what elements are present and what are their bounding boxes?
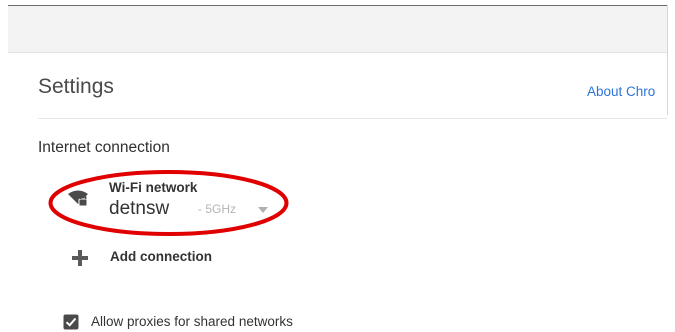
plus-icon <box>72 250 88 266</box>
wifi-locked-icon <box>68 190 88 207</box>
page-title: Settings <box>38 75 114 98</box>
network-band: - 5GHz <box>198 202 237 216</box>
allow-proxies-checkbox[interactable] <box>63 314 79 330</box>
network-type-label: Wi-Fi network <box>109 180 198 195</box>
network-name: detnsw <box>109 198 170 219</box>
internet-connection-heading: Internet connection <box>38 139 170 156</box>
toolbar <box>8 6 667 53</box>
right-edge-border <box>667 5 668 115</box>
wifi-network-entry[interactable]: Wi-Fi network detnsw - 5GHz <box>68 178 278 222</box>
title-divider <box>38 118 667 119</box>
about-chrome-link[interactable]: About Chro <box>587 84 655 99</box>
chevron-down-icon[interactable] <box>258 207 268 213</box>
add-connection-label: Add connection <box>110 249 212 264</box>
allow-proxies-label: Allow proxies for shared networks <box>91 314 293 329</box>
